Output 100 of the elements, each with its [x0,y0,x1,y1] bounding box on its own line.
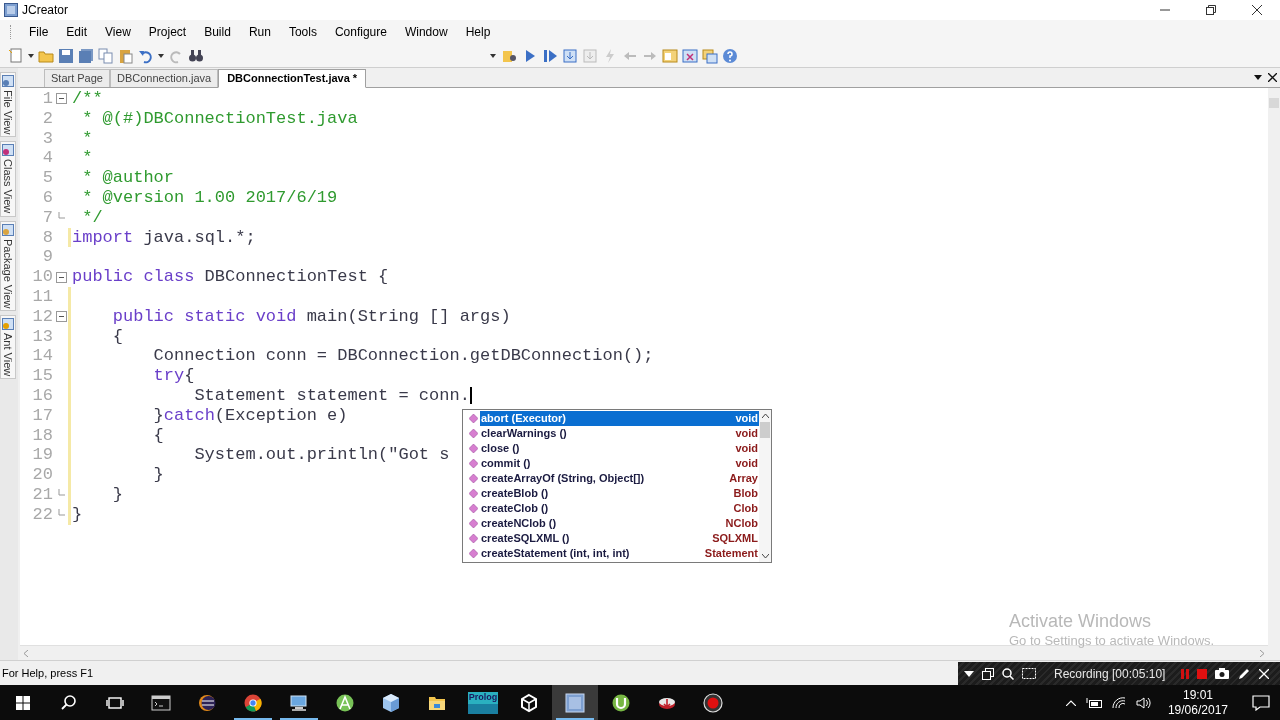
side-tab[interactable]: Package View [0,220,16,312]
completion-item[interactable]: clearWarnings () void [480,426,759,441]
editor-tab[interactable]: DBConnection.java [110,69,219,87]
dropdown-icon[interactable] [964,670,974,677]
android-icon [335,692,355,713]
return-type: Statement [704,546,758,562]
app-icon [4,3,18,17]
return-type: Blob [733,486,758,502]
menu-item[interactable]: Project [139,23,196,41]
clock[interactable]: 19:01 19/06/2017 [1167,687,1228,718]
menu-item[interactable]: Help [456,23,500,41]
close-icon[interactable] [1268,73,1277,82]
dropdown-icon[interactable] [158,53,164,58]
pause-icon[interactable] [1181,668,1190,679]
menu-item[interactable]: View [96,23,140,41]
line-number: 19 [31,445,54,466]
dropdown-icon[interactable] [28,53,34,58]
recording-status: Recording [00:05:10] [1054,665,1166,683]
editor-tab[interactable]: Start Page [44,69,110,87]
panel-icon [2,75,14,87]
completion-item[interactable]: createStatement (int, int, int) Statement [480,546,759,561]
completion-item[interactable]: commit () void [480,456,759,471]
side-tab[interactable]: File View [0,72,16,138]
line-number: 7 [41,207,54,228]
status-text: For Help, press F1 [2,665,94,681]
line-number: 3 [41,128,54,149]
taskbar-button[interactable]: Prolog [460,685,506,720]
return-type: void [735,441,758,457]
chrome-icon [243,692,263,713]
pencil-icon[interactable] [1237,666,1252,681]
code-line: public class DBConnectionTest { [72,267,389,287]
stop-icon[interactable] [1197,668,1208,679]
line-number: 5 [41,168,54,188]
completion-item[interactable]: close () void [480,441,759,456]
menu-item[interactable]: File [20,23,58,41]
completion-item[interactable]: createBlob () Blob [480,486,759,501]
menu-item[interactable]: Run [239,23,280,41]
volume-icon[interactable] [1135,696,1152,709]
collapse-icon[interactable] [55,93,67,105]
side-tab[interactable]: Class View [0,141,16,217]
menu-item[interactable]: Window [395,23,457,41]
notification-icon[interactable] [1252,694,1270,711]
code-line: */ [81,207,103,228]
method-name: createStatement (int, int, int) [481,546,630,562]
activation-message: Go to Settings to activate Windows. [1009,632,1215,650]
code-line: * @(#)DBConnectionTest.java [81,108,358,129]
method-name: createBlob () [481,486,549,502]
binoculars-icon[interactable] [188,47,204,64]
line-number: 1 [41,89,54,109]
window-stack-icon[interactable] [702,47,718,64]
editor-tab[interactable]: DBConnectionTest.java * [218,69,367,88]
save-icon[interactable] [58,47,74,64]
scrollbar-thumb[interactable] [760,422,770,438]
code-line: * [81,148,93,169]
line-number: 12 [31,306,54,327]
line-number: 11 [31,286,54,307]
debug-run-icon[interactable] [542,47,558,64]
search-icon[interactable] [1002,667,1014,680]
line-number: 2 [41,108,54,129]
activation-title: Activate Windows [1009,610,1153,632]
chevron-up-icon[interactable] [1065,699,1076,706]
return-type: Array [729,471,758,487]
computer-icon [289,692,309,713]
menu-item[interactable]: Tools [279,23,326,41]
window-close-icon[interactable] [682,47,698,64]
completion-item[interactable]: createClob () Clob [480,501,759,516]
code-line: }catch(Exception e) [152,405,348,426]
wifi-icon[interactable] [1111,696,1126,709]
completion-item[interactable]: createNClob () NClob [480,516,759,531]
return-type: SQLXML [712,531,758,547]
running-indicator [234,718,272,720]
step-into-icon[interactable] [562,47,578,64]
collapse-icon[interactable] [55,271,67,283]
code-line: * [81,128,93,149]
paste-icon[interactable] [118,47,134,64]
eclipse-icon [197,692,217,713]
battery-icon[interactable] [1085,697,1102,708]
dropdown-icon[interactable] [1254,75,1262,80]
completion-item[interactable]: abort (Executor) void [480,411,759,426]
window-icon[interactable] [982,667,994,680]
close-icon [1252,5,1262,15]
method-name: createClob () [481,501,549,517]
completion-item[interactable]: createArrayOf (String, Object[]) Array [480,471,759,486]
code-line: } [111,484,123,505]
completion-item[interactable]: createSQLXML () SQLXML [480,531,759,546]
menu-item[interactable]: Edit [57,23,97,41]
screen-region-icon[interactable] [1022,668,1036,679]
help-icon[interactable] [722,47,738,64]
menu-item[interactable]: Configure [325,23,396,41]
line-number: 9 [41,247,54,268]
return-type: void [735,411,758,427]
taskbar-button[interactable] [552,685,598,720]
side-tab[interactable]: Ant View [0,315,16,380]
code-line: import java.sql.*; [72,227,256,248]
code-line: System.out.println("Got s [193,445,450,466]
collapse-icon[interactable] [55,311,67,323]
scrollbar-thumb[interactable] [1269,98,1279,108]
menu-item[interactable]: Build [195,23,240,41]
save-all-icon[interactable] [78,47,94,64]
camera-icon[interactable] [1215,668,1230,679]
